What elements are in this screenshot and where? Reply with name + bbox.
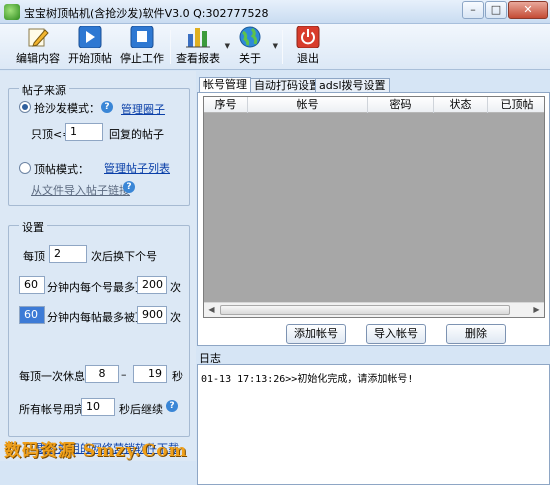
- rest-max-input[interactable]: 19: [133, 365, 167, 383]
- chevron-down-icon: ▼: [224, 42, 230, 50]
- app-icon: [4, 4, 20, 20]
- times-label: 次: [170, 311, 181, 324]
- rest-label: 每顶一次休息: [19, 370, 85, 383]
- help-icon[interactable]: ?: [123, 181, 135, 193]
- start-button[interactable]: 开始顶帖: [68, 25, 112, 68]
- sofa-mode-label: 抢沙发模式：: [34, 102, 100, 115]
- toolbar: 编辑内容 开始顶帖 停止工作 查看报表 ▼ 关于 ▼ 退出: [0, 24, 550, 70]
- column-header-topped[interactable]: 已顶帖: [488, 97, 544, 113]
- account-management-pane: 序号 帐号 密码 状态 已顶帖 ◀ ▶ 添加帐号 导入帐号 删除: [197, 92, 550, 346]
- all-used-suffix: 秒后继续: [119, 403, 163, 416]
- maximize-button[interactable]: □: [485, 1, 507, 19]
- chevron-down-icon: ▼: [272, 42, 278, 50]
- edit-content-button[interactable]: 编辑内容: [16, 26, 60, 68]
- account-minutes-input[interactable]: 60: [19, 276, 45, 294]
- only-top-reply-input[interactable]: 1: [65, 123, 103, 141]
- help-icon[interactable]: ?: [166, 400, 178, 412]
- accounts-table[interactable]: 序号 帐号 密码 状态 已顶帖 ◀ ▶: [203, 96, 545, 318]
- scroll-left-icon[interactable]: ◀: [204, 303, 219, 317]
- top-mode-label: 顶帖模式：: [34, 163, 89, 176]
- exit-button[interactable]: 退出: [290, 25, 326, 68]
- sofa-mode-radio[interactable]: [19, 101, 31, 113]
- bar-chart-icon: [186, 26, 210, 48]
- add-account-button[interactable]: 添加帐号: [286, 324, 346, 344]
- post-source-group: 帖子来源 抢沙发模式： ? 管理圈子 只顶<= 1 回复的帖子 顶帖模式： 管理…: [8, 82, 190, 206]
- settings-title: 设置: [19, 219, 47, 235]
- account-max-input[interactable]: 200: [137, 276, 167, 294]
- every-top-prefix: 每顶: [23, 250, 45, 263]
- column-header-account[interactable]: 帐号: [248, 97, 368, 113]
- log-line: 01-13 17:13:26>>初始化完成，请添加帐号!: [201, 374, 414, 385]
- delete-account-button[interactable]: 删除: [446, 324, 506, 344]
- stop-button[interactable]: 停止工作: [120, 25, 164, 68]
- minimize-button[interactable]: –: [462, 1, 484, 19]
- import-account-button[interactable]: 导入帐号: [366, 324, 426, 344]
- toolbar-separator: [170, 30, 171, 64]
- log-box[interactable]: 01-13 17:13:26>>初始化完成，请添加帐号!: [197, 364, 550, 485]
- settings-group: 设置 每顶 2 次后换下个号 60 分钟内每个号最多顶 200 次 60 分钟内…: [8, 219, 190, 437]
- about-button[interactable]: 关于 ▼: [232, 26, 278, 68]
- close-button[interactable]: ✕: [508, 1, 548, 19]
- table-header: 序号 帐号 密码 状态 已顶帖: [204, 97, 544, 113]
- rest-min-input[interactable]: 8: [85, 365, 119, 383]
- help-icon[interactable]: ?: [101, 101, 113, 113]
- globe-icon: [238, 26, 262, 48]
- post-minutes-input[interactable]: 60: [19, 306, 45, 324]
- power-icon: [296, 25, 320, 49]
- all-used-label: 所有帐号用完: [19, 403, 85, 416]
- only-top-suffix: 回复的帖子: [109, 128, 164, 141]
- stop-icon: [130, 25, 154, 49]
- per-post-label: 分钟内每帖最多被顶: [47, 311, 146, 324]
- left-panel: 帖子来源 抢沙发模式： ? 管理圈子 只顶<= 1 回复的帖子 顶帖模式： 管理…: [0, 71, 196, 461]
- play-icon: [78, 25, 102, 49]
- every-top-input[interactable]: 2: [49, 245, 87, 263]
- column-header-status[interactable]: 状态: [434, 97, 488, 113]
- manage-post-list-link[interactable]: 管理帖子列表: [104, 160, 170, 176]
- scrollbar-thumb[interactable]: [220, 305, 510, 315]
- column-header-password[interactable]: 密码: [368, 97, 434, 113]
- view-report-button[interactable]: 查看报表 ▼: [176, 26, 230, 68]
- toolbar-separator: [282, 30, 283, 64]
- pencil-icon: [26, 26, 50, 48]
- times-label: 次: [170, 281, 181, 294]
- window-title: 宝宝树顶帖机(含抢沙发)软件V3.0 Q:302777528: [24, 7, 269, 20]
- horizontal-scrollbar[interactable]: ◀ ▶: [204, 302, 544, 317]
- per-account-label: 分钟内每个号最多顶: [47, 281, 146, 294]
- watermark: 数码资源 Smzy.Com: [4, 441, 188, 461]
- title-bar: 宝宝树顶帖机(含抢沙发)软件V3.0 Q:302777528 – □ ✕: [0, 0, 550, 24]
- top-mode-radio[interactable]: [19, 162, 31, 174]
- post-max-input[interactable]: 900: [137, 306, 167, 324]
- scroll-right-icon[interactable]: ▶: [529, 303, 544, 317]
- column-header-index[interactable]: 序号: [204, 97, 248, 113]
- manage-circle-link[interactable]: 管理圈子: [121, 101, 165, 117]
- post-source-title: 帖子来源: [19, 82, 69, 98]
- all-used-input[interactable]: 10: [81, 398, 115, 416]
- import-post-links-link[interactable]: 从文件导入帖子链接: [31, 182, 130, 198]
- rest-unit: 秒: [172, 370, 183, 383]
- every-top-suffix: 次后换下个号: [91, 250, 157, 263]
- rest-dash: –: [121, 368, 127, 381]
